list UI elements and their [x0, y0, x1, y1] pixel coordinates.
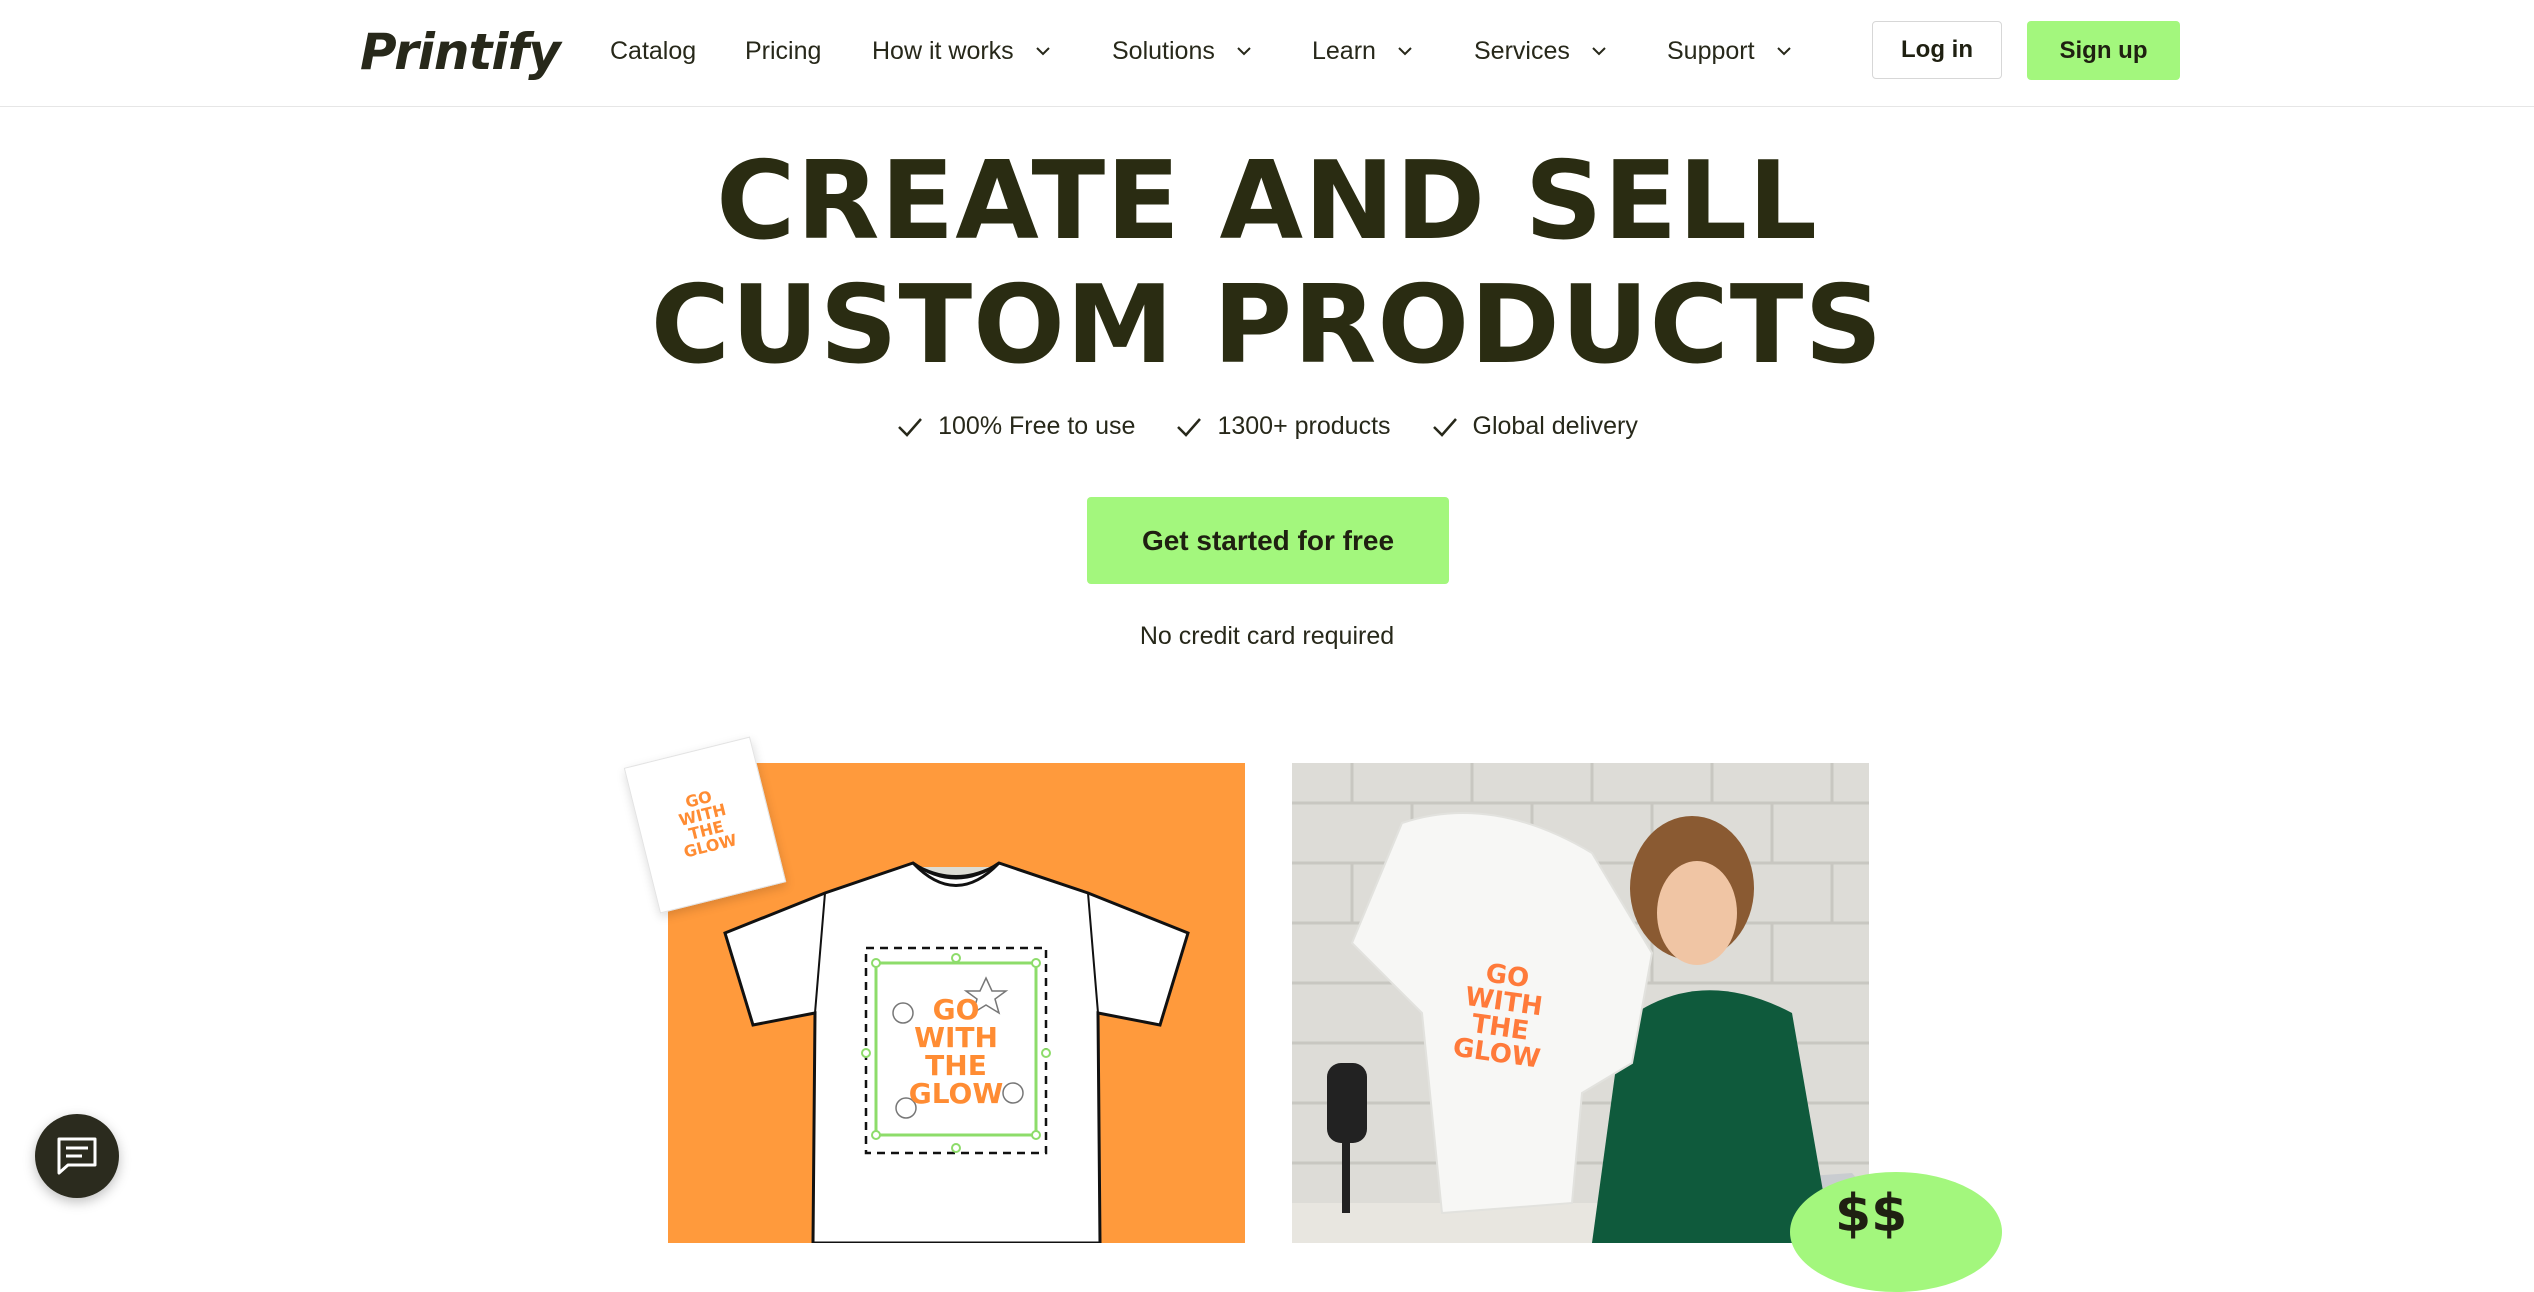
login-button[interactable]: Log in: [1872, 21, 2002, 79]
chat-icon: [57, 1137, 97, 1175]
chevron-down-icon: [1592, 47, 1606, 56]
nav-solutions[interactable]: Solutions: [1112, 30, 1253, 72]
nav-support-label: Support: [1667, 36, 1755, 65]
feature-item: 100% Free to use: [896, 412, 1135, 441]
photo-illustration: [1292, 763, 1869, 1243]
feature-item: Global delivery: [1431, 412, 1638, 441]
nav-services-label: Services: [1474, 36, 1570, 65]
hero-title-line-2: CUSTOM PRODUCTS: [650, 263, 1884, 388]
feature-label: 100% Free to use: [938, 412, 1136, 440]
nav-catalog-label: Catalog: [610, 36, 697, 65]
printify-logo[interactable]: Printify: [360, 22, 561, 82]
design-text-line: GO: [932, 993, 980, 1026]
nav-catalog[interactable]: Catalog: [610, 30, 696, 72]
design-text-line: GLOW: [908, 1077, 1004, 1110]
check-icon: [898, 417, 923, 437]
nav-how-it-works[interactable]: How it works: [872, 30, 1052, 72]
check-icon: [1432, 417, 1457, 437]
dollar-signs: $$: [1835, 1184, 1908, 1244]
nav-services[interactable]: Services: [1474, 30, 1608, 72]
nav-learn-label: Learn: [1312, 36, 1376, 65]
sticker-design-text: GO WITH THE GLOW: [635, 777, 775, 870]
chevron-down-icon: [1776, 47, 1791, 56]
nav-pricing[interactable]: Pricing: [745, 30, 821, 72]
feature-label: 1300+ products: [1217, 412, 1391, 440]
nav-how-it-works-label: How it works: [872, 36, 1014, 65]
no-credit-card-note: No credit card required: [1139, 622, 1395, 650]
hero-title: CREATE AND SELL CUSTOM PRODUCTS: [0, 140, 2534, 388]
chevron-down-icon: [1237, 47, 1251, 56]
site-header: Printify Catalog Pricing How it works So…: [0, 0, 2534, 107]
feature-label: Global delivery: [1472, 412, 1638, 440]
chat-button[interactable]: [35, 1114, 119, 1198]
nav-support[interactable]: Support: [1667, 30, 1793, 72]
nav-solutions-label: Solutions: [1112, 36, 1215, 65]
check-icon: [1177, 417, 1202, 437]
seller-photo: GO WITH THE GLOW: [1292, 763, 1869, 1243]
feature-item: 1300+ products: [1175, 412, 1391, 441]
shirt-design-text: GO WITH THE GLOW: [1435, 955, 1568, 1075]
chevron-down-icon: [1398, 47, 1412, 56]
nav-learn[interactable]: Learn: [1312, 30, 1414, 72]
signup-button[interactable]: Sign up: [2027, 21, 2180, 80]
nav-pricing-label: Pricing: [745, 36, 822, 65]
get-started-button[interactable]: Get started for free: [1087, 497, 1449, 584]
feature-list: 100% Free to use 1300+ products Global d…: [0, 412, 2534, 441]
chevron-down-icon: [1035, 47, 1050, 56]
price-sticker: $$: [1790, 1172, 2002, 1292]
hero-title-line-1: CREATE AND SELL: [716, 139, 1818, 264]
design-text-line: WITH: [914, 1021, 998, 1054]
design-text-line: THE: [925, 1049, 987, 1082]
design-text: GO WITH THE GLOW: [876, 996, 1036, 1108]
